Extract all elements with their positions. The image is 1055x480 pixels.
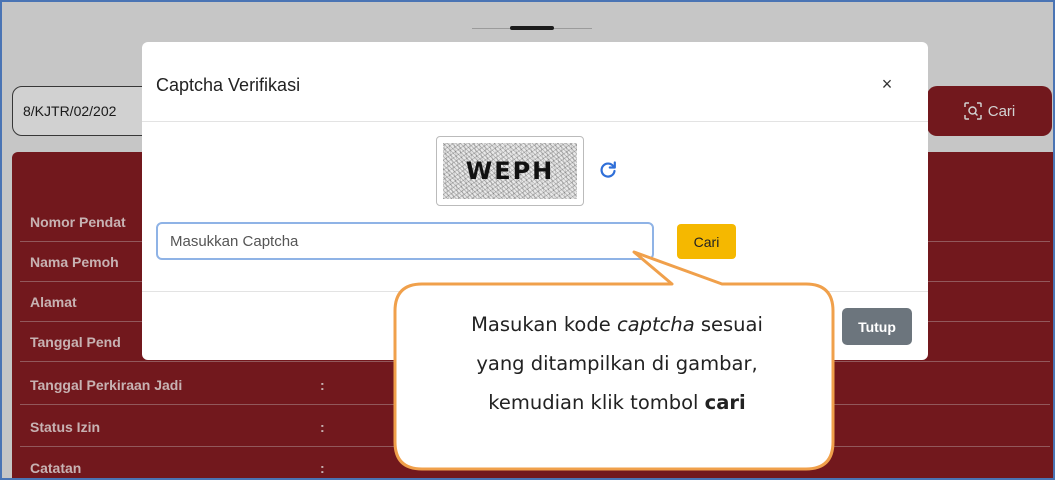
callout-line-3: kemudian klik tombol cari — [488, 391, 746, 414]
callout-line-2: yang ditampilkan di gambar, — [476, 352, 758, 375]
screenshot-frame: 8/KJTR/02/202 Cari Nomor Pendat Nama Pem… — [0, 0, 1055, 480]
callout-text: Masukan kode captcha sesuai yang ditampi… — [397, 305, 837, 465]
callout-line-1: Masukan kode captcha sesuai — [471, 313, 763, 336]
